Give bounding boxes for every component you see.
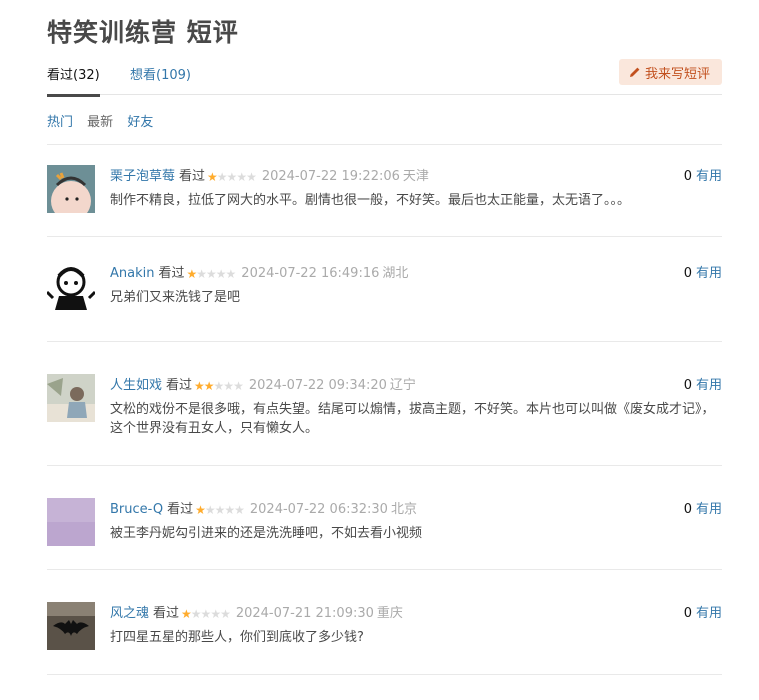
useful-votes: 0 有用 [684, 374, 722, 393]
sort-hot[interactable]: 热门 [47, 115, 73, 130]
comment-item: Anakin 看过 ★★★★★ 2024-07-22 16:49:16 湖北 0 有用 兄… [47, 237, 722, 342]
page-title: 特笑训练营 短评 [47, 18, 239, 47]
comment-user[interactable]: Bruce-Q [110, 502, 163, 517]
vote-count: 0 [683, 606, 692, 621]
comment-user[interactable]: 栗子泡草莓 [110, 169, 175, 184]
comment-item: 栗子泡草莓 看过 ★★★★★ 2024-07-22 19:22:06 天津 0 有用 制作… [47, 145, 722, 237]
vote-count: 0 [683, 502, 692, 517]
comment-user[interactable]: 风之魂 [110, 606, 149, 621]
write-comment-button[interactable]: 我来写短评 [618, 59, 722, 85]
comment-info: 栗子泡草莓 看过 ★★★★★ 2024-07-22 19:22:06 天津 0 有用 [110, 165, 722, 185]
comment-location: 北京 [390, 502, 417, 517]
useful-button[interactable]: 有用 [696, 266, 722, 281]
comment-user[interactable]: Anakin [110, 266, 154, 281]
comment-status: 看过 [167, 502, 194, 517]
avatar[interactable] [47, 374, 95, 422]
avatar[interactable] [47, 262, 95, 310]
avatar[interactable] [47, 498, 95, 546]
comment-text: 打四星五星的那些人，你们到底收了多少钱? [110, 630, 364, 645]
rating-stars: ★★★★★ [207, 170, 257, 184]
sort-options: 热门 最新 好友 [47, 111, 163, 130]
useful-votes: 0 有用 [684, 262, 722, 281]
status-tabs: 看过(32) 想看(109) 我来写短评 [47, 58, 722, 97]
rating-stars: ★★★★★ [195, 503, 245, 517]
useful-votes: 0 有用 [684, 498, 722, 517]
avatar[interactable] [47, 602, 95, 650]
useful-votes: 0 有用 [684, 165, 722, 184]
sort-new[interactable]: 最新 [87, 115, 113, 130]
rating-stars: ★★★★★ [194, 379, 244, 393]
comment-info: Anakin 看过 ★★★★★ 2024-07-22 16:49:16 湖北 0 有用 [110, 262, 722, 282]
useful-button[interactable]: 有用 [696, 502, 722, 517]
comment-status: 看过 [179, 169, 206, 184]
useful-button[interactable]: 有用 [696, 606, 722, 621]
comment-text: 制作不精良，拉低了网大的水平。剧情也很一般，不好笑。最后也太正能量，太无语了。。… [110, 193, 631, 208]
comment-item: Bruce-Q 看过 ★★★★★ 2024-07-22 06:32:30 北京 0 有用 … [47, 466, 722, 570]
comment-user[interactable]: 人生如戏 [110, 378, 162, 393]
comment-status: 看过 [158, 266, 185, 281]
tab-want[interactable]: 想看(109) [130, 64, 191, 83]
comment-time: 2024-07-22 16:49:16 [241, 266, 380, 281]
useful-votes: 0 有用 [684, 602, 722, 621]
comment-text: 文松的戏份不是很多哦，有点失望。结尾可以煽情，拔高主题，不好笑。本片也可以叫做《… [110, 402, 715, 436]
comment-location: 重庆 [376, 606, 403, 621]
avatar[interactable] [47, 165, 95, 213]
comment-location: 天津 [402, 169, 429, 184]
vote-count: 0 [683, 378, 692, 393]
comment-info: Bruce-Q 看过 ★★★★★ 2024-07-22 06:32:30 北京 0 有用 [110, 498, 722, 518]
vote-count: 0 [683, 169, 692, 184]
useful-button[interactable]: 有用 [696, 378, 722, 393]
comment-time: 2024-07-22 06:32:30 [249, 502, 388, 517]
rating-stars: ★★★★★ [186, 267, 237, 281]
comment-time: 2024-07-21 21:09:30 [235, 606, 374, 621]
comment-status: 看过 [153, 606, 180, 621]
comment-info: 人生如戏 看过 ★★★★★ 2024-07-22 09:34:20 辽宁 0 有用 [110, 374, 722, 394]
comment-location: 辽宁 [389, 378, 416, 393]
comment-status: 看过 [166, 378, 193, 393]
comment-time: 2024-07-22 09:34:20 [248, 378, 387, 393]
comment-location: 湖北 [382, 266, 409, 281]
rating-stars: ★★★★★ [181, 607, 231, 621]
comment-item: 人生如戏 看过 ★★★★★ 2024-07-22 09:34:20 辽宁 0 有用 文松的… [47, 342, 722, 466]
pencil-icon [629, 67, 640, 77]
comment-text: 兄弟们又来洗钱了是吧 [110, 290, 241, 305]
vote-count: 0 [683, 266, 692, 281]
write-comment-label: 我来写短评 [644, 66, 710, 82]
sort-friends[interactable]: 好友 [127, 115, 153, 130]
tab-watched[interactable]: 看过(32) [47, 64, 100, 97]
comment-time: 2024-07-22 19:22:06 [261, 169, 400, 184]
comment-item: 风之魂 看过 ★★★★★ 2024-07-21 21:09:30 重庆 0 有用 打四星五… [47, 570, 722, 675]
comment-list: 栗子泡草莓 看过 ★★★★★ 2024-07-22 19:22:06 天津 0 有用 制作… [47, 144, 722, 675]
comment-info: 风之魂 看过 ★★★★★ 2024-07-21 21:09:30 重庆 0 有用 [110, 602, 722, 622]
useful-button[interactable]: 有用 [696, 169, 722, 184]
comment-text: 被王李丹妮勾引进来的还是洗洗睡吧，不如去看小视频 [110, 526, 423, 541]
